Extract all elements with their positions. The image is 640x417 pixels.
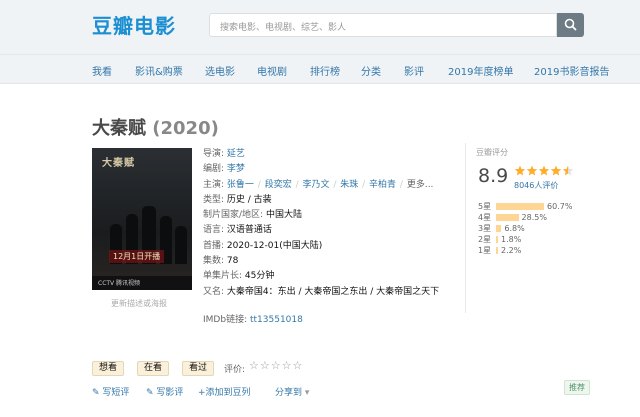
- premiere-value: 2020-12-01(中国大陆): [226, 240, 323, 251]
- page-title: 大秦赋 (2020): [92, 114, 219, 140]
- writer-link[interactable]: 李梦: [227, 164, 245, 174]
- pencil-icon: ✎: [92, 388, 100, 398]
- rate-label: 评价:: [224, 365, 246, 375]
- want-button[interactable]: 想看: [92, 361, 125, 376]
- genre-label: 类型:: [203, 194, 225, 205]
- premiere-label: 首播:: [203, 240, 225, 251]
- movie-poster[interactable]: 大秦赋 12月1日开播 CCTV 腾讯视频: [92, 148, 192, 290]
- rating-bar-row: 4星 28.5%: [478, 212, 588, 223]
- aka-value: 大秦帝国4：东出 / 大秦帝国之东出 / 大秦帝国之天下: [226, 286, 440, 297]
- cast-link[interactable]: 段奕宏: [265, 180, 292, 190]
- rating-bar: [496, 247, 498, 254]
- update-poster-link[interactable]: 更新描述或海报: [111, 298, 167, 309]
- watched-button[interactable]: 看过: [182, 361, 215, 376]
- rating-label: 豆瓣评分: [476, 148, 508, 157]
- country-value: 中国大陆: [265, 210, 302, 221]
- rating-bar-percent: 28.5%: [521, 213, 547, 222]
- recommend-button[interactable]: 推荐: [564, 380, 590, 395]
- country-label: 制片国家/地区:: [203, 210, 264, 221]
- aka-label: 又名:: [203, 286, 225, 297]
- pencil-icon: ✎: [146, 388, 154, 398]
- imdb-link[interactable]: tt13551018: [250, 315, 303, 325]
- rating-bar-row: 1星 2.2%: [478, 245, 588, 256]
- rating-bar: [496, 214, 519, 221]
- top-bar: 豆瓣电影 搜索电影、电视剧、综艺、影人: [0, 0, 640, 54]
- movie-title: 大秦赋: [92, 118, 146, 139]
- cast-link[interactable]: 朱珠: [340, 180, 358, 190]
- rating-bar-label: 4星: [478, 213, 492, 222]
- rating-bar-percent: 2.2%: [501, 246, 522, 255]
- chevron-down-icon: ▾: [304, 388, 310, 398]
- director-label: 导演:: [203, 149, 225, 159]
- write-review[interactable]: ✎ 写影评: [146, 385, 183, 398]
- share-link[interactable]: 分享到 ▾: [275, 385, 309, 398]
- nav-item-reviews[interactable]: 影评: [404, 63, 424, 78]
- rating-bar-percent: 60.7%: [547, 202, 573, 211]
- rating-bar: [496, 236, 498, 243]
- douban-movie-logo[interactable]: 豆瓣电影: [92, 10, 176, 39]
- rating-score: 8.9: [478, 165, 509, 187]
- star-icon: [514, 165, 526, 176]
- movie-year: (2020): [152, 118, 219, 139]
- rating-bar-label: 3星: [478, 224, 492, 233]
- poster-title: 大秦赋: [102, 158, 135, 169]
- nav-item-charts[interactable]: 排行榜: [310, 63, 340, 78]
- genre-value: 历史 / 古装: [226, 194, 272, 205]
- movie-info: 导演: 延艺 编剧: 李梦 主演: 张鲁一 / 段奕宏 / 李乃文 / 朱珠 /…: [203, 149, 440, 325]
- rating-distribution: 5星 60.7% 4星 28.5% 3星 6.8% 2星 1.8% 1星 2.2%: [478, 201, 588, 256]
- rating-bar-row: 3星 6.8%: [478, 223, 588, 234]
- rating-panel: 豆瓣评分 8.9 8046人评价 5星 60.7% 4星 28.5% 3星 6.8% 2星 1…: [465, 143, 585, 313]
- rating-bar-label: 2星: [478, 235, 492, 244]
- rating-bar-percent: 1.8%: [501, 235, 522, 244]
- nav-item-explore[interactable]: 选电影: [205, 63, 235, 78]
- write-short-review[interactable]: ✎ 写短评: [92, 385, 129, 398]
- nav-item-annual-list[interactable]: 2019年度榜单: [448, 63, 513, 78]
- rating-stars-icon: [514, 165, 574, 176]
- rating-count-link[interactable]: 8046人评价: [514, 180, 558, 191]
- nav-item-mine[interactable]: 我看: [92, 63, 112, 78]
- share-label: 分享到: [275, 388, 303, 398]
- poster-figure: [175, 226, 187, 264]
- star-icon: [526, 165, 538, 176]
- nav-item-categories[interactable]: 分类: [361, 63, 381, 78]
- runtime-value: 45分钟: [244, 271, 275, 282]
- search-button[interactable]: [557, 13, 584, 37]
- rating-bar-row: 5星 60.7%: [478, 201, 588, 212]
- poster-brand: CCTV 腾讯视频: [98, 280, 141, 287]
- star-icon: [562, 165, 574, 176]
- rating-bar-label: 5星: [478, 202, 492, 211]
- rating-bar-label: 1星: [478, 246, 492, 255]
- rating-bar: [496, 203, 544, 210]
- runtime-label: 单集片长:: [203, 271, 243, 282]
- rating-bar-percent: 6.8%: [504, 224, 525, 233]
- cast-more-link[interactable]: 更多...: [407, 180, 434, 190]
- episodes-value: 78: [226, 256, 239, 267]
- search-input[interactable]: 搜索电影、电视剧、综艺、影人: [209, 13, 557, 37]
- cast-link[interactable]: 李乃文: [302, 180, 329, 190]
- language-label: 语言:: [203, 225, 225, 236]
- write-short-review-label: 写短评: [102, 388, 130, 398]
- rating-bar-row: 2星 1.8%: [478, 234, 588, 245]
- cast-label: 主演:: [203, 179, 225, 190]
- star-icon: [550, 165, 562, 176]
- nav-item-annual-report[interactable]: 2019书影音报告: [534, 63, 609, 78]
- write-review-label: 写影评: [156, 388, 184, 398]
- writer-label: 编剧:: [203, 164, 225, 175]
- cast-link[interactable]: 辛柏青: [369, 180, 396, 190]
- search-icon: [564, 18, 577, 31]
- director-link[interactable]: 延艺: [227, 149, 245, 159]
- cast-link[interactable]: 张鲁一: [227, 180, 254, 190]
- poster-date: 12月1日开播: [109, 250, 165, 263]
- imdb-label: IMDb链接:: [203, 314, 248, 325]
- episodes-label: 集数:: [203, 256, 225, 267]
- rate-stars-input[interactable]: ☆☆☆☆☆: [249, 359, 303, 372]
- nav-item-tickets[interactable]: 影讯&购票: [135, 63, 183, 78]
- star-icon: [538, 165, 550, 176]
- language-value: 汉语普通话: [226, 225, 272, 236]
- nav-bar: 我看 影讯&购票 选电影 电视剧 排行榜 分类 影评 2019年度榜单 2019…: [0, 54, 640, 84]
- watching-button[interactable]: 在看: [137, 361, 170, 376]
- nav-item-tv[interactable]: 电视剧: [257, 63, 287, 78]
- rating-bar: [496, 225, 502, 232]
- add-to-doulist[interactable]: +添加到豆列: [198, 385, 251, 398]
